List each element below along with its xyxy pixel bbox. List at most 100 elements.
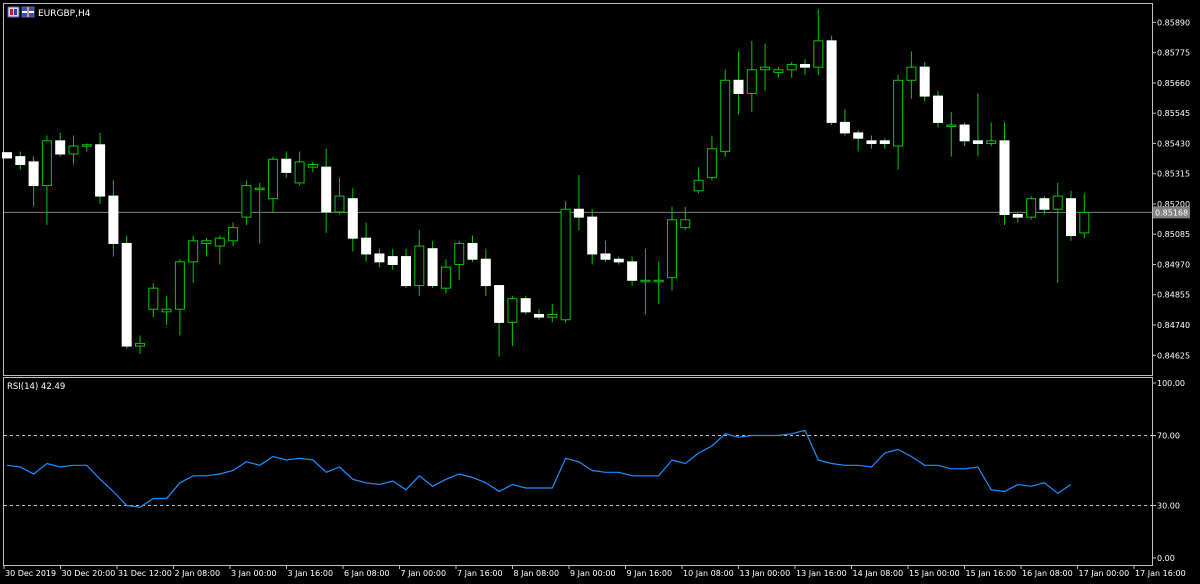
candle bbox=[214, 235, 225, 265]
candle bbox=[560, 201, 571, 323]
price-axis-label: 0.85660 bbox=[1157, 79, 1190, 88]
time-axis-label: 17 Jan 00:00 bbox=[1079, 569, 1130, 578]
candle bbox=[972, 93, 983, 157]
candle-body-bull bbox=[1079, 211, 1090, 234]
candle-body-bull bbox=[148, 287, 159, 310]
candle bbox=[547, 303, 558, 323]
candle bbox=[281, 151, 292, 178]
candle-body-bear bbox=[520, 298, 531, 313]
candle bbox=[1052, 182, 1063, 283]
candle bbox=[414, 230, 425, 297]
candle bbox=[534, 309, 544, 320]
time-axis-label: 13 Jan 16:00 bbox=[796, 569, 847, 578]
candle bbox=[294, 151, 305, 186]
time-axis-label: 30 Dec 2019 bbox=[5, 569, 56, 578]
candle bbox=[746, 40, 757, 112]
candle-body-bear bbox=[467, 242, 478, 260]
chart-window[interactable]: EURGBP,H4 RSI(14) 42.49 0.85890 0.85775 0.… bbox=[0, 0, 1200, 584]
candle-body-bear bbox=[534, 313, 544, 318]
candle bbox=[28, 156, 39, 207]
candle-body-bull bbox=[161, 308, 172, 313]
candle-body-bear bbox=[427, 248, 438, 287]
price-axis-label: 0.84970 bbox=[1157, 260, 1190, 269]
candle-body-bear bbox=[933, 95, 943, 123]
rsi-plot bbox=[6, 429, 1072, 508]
candle bbox=[826, 35, 837, 126]
time-axis-label: 15 Jan 00:00 bbox=[909, 569, 960, 578]
time-axis-label: 13 Jan 00:00 bbox=[740, 569, 791, 578]
candle-body-bull bbox=[440, 266, 451, 289]
candle-body-bear bbox=[627, 261, 638, 281]
candle bbox=[347, 188, 358, 252]
candle bbox=[999, 122, 1010, 226]
time-axis: 30 Dec 2019 30 Dec 20:00 31 Dec 12:00 2 Jan… bbox=[3, 565, 1186, 578]
candle bbox=[427, 240, 438, 289]
candle bbox=[906, 51, 917, 99]
price-axis-label: 0.85890 bbox=[1157, 18, 1190, 27]
candle bbox=[919, 61, 930, 102]
rsi-axis-label: 0.00 bbox=[1157, 554, 1175, 563]
candle-body-bull bbox=[1026, 198, 1037, 218]
candle-body-bull bbox=[307, 164, 318, 168]
price-axis-label: 0.85315 bbox=[1157, 170, 1190, 179]
rsi-line bbox=[6, 429, 1072, 508]
candle bbox=[573, 175, 584, 231]
time-axis-label: 2 Jan 08:00 bbox=[175, 569, 221, 578]
candle bbox=[680, 206, 691, 231]
candle-body-bear bbox=[321, 166, 332, 213]
candle bbox=[95, 132, 106, 204]
candle-body-bull bbox=[773, 69, 784, 73]
candle bbox=[201, 238, 212, 257]
candle bbox=[866, 135, 877, 149]
candle-body-bull bbox=[547, 313, 558, 318]
candle bbox=[946, 111, 957, 157]
candle-body-bull bbox=[946, 124, 957, 128]
candle bbox=[135, 335, 145, 354]
candle-body-bull bbox=[135, 342, 145, 347]
candle-body-bull bbox=[986, 140, 997, 144]
candle-body-bear bbox=[387, 256, 398, 265]
price-axis-label: 0.84855 bbox=[1157, 291, 1190, 300]
candle bbox=[893, 75, 904, 170]
candle bbox=[174, 259, 185, 336]
candle-body-bear bbox=[108, 195, 119, 244]
candle-body-bear bbox=[959, 124, 970, 142]
candle-body-bear bbox=[613, 258, 624, 263]
candle bbox=[627, 256, 638, 286]
candle-body-bear bbox=[1039, 198, 1050, 210]
candle bbox=[241, 180, 252, 226]
time-axis-label: 15 Jan 16:00 bbox=[966, 569, 1017, 578]
time-axis-label: 9 Jan 16:00 bbox=[627, 569, 673, 578]
price-chart-frame bbox=[3, 3, 1153, 376]
candle bbox=[254, 182, 265, 244]
price-axis-label: 0.84625 bbox=[1157, 351, 1190, 360]
chart-window-icon bbox=[7, 6, 20, 18]
time-axis-label: 3 Jan 00:00 bbox=[231, 569, 277, 578]
candle bbox=[1026, 196, 1037, 220]
candle-body-bear bbox=[494, 285, 505, 323]
candle-body-bear bbox=[95, 144, 106, 197]
candle-body-bear bbox=[401, 256, 411, 287]
candle bbox=[600, 240, 611, 262]
candle bbox=[813, 9, 824, 76]
candle-body-bear bbox=[374, 253, 385, 263]
candle bbox=[693, 167, 704, 194]
candle-body-bull bbox=[507, 298, 518, 323]
candle bbox=[108, 180, 119, 257]
candle-body-bull bbox=[174, 261, 185, 310]
candle bbox=[786, 61, 797, 78]
chart-canvas[interactable]: EURGBP,H4 RSI(14) 42.49 0.858900.857750.… bbox=[0, 0, 1200, 584]
candle bbox=[706, 135, 717, 181]
candle bbox=[667, 206, 677, 291]
candle-body-bear bbox=[281, 158, 292, 173]
candle bbox=[587, 209, 598, 265]
candle-body-bear bbox=[826, 40, 837, 123]
candle-body-bull bbox=[906, 66, 917, 81]
candle bbox=[653, 261, 664, 304]
candle-body-bear bbox=[480, 258, 491, 287]
candle-body-bull bbox=[667, 219, 677, 279]
candle bbox=[148, 282, 159, 318]
candle bbox=[839, 109, 850, 136]
candle-body-bear bbox=[55, 140, 66, 155]
candle-body-bull bbox=[81, 144, 92, 147]
